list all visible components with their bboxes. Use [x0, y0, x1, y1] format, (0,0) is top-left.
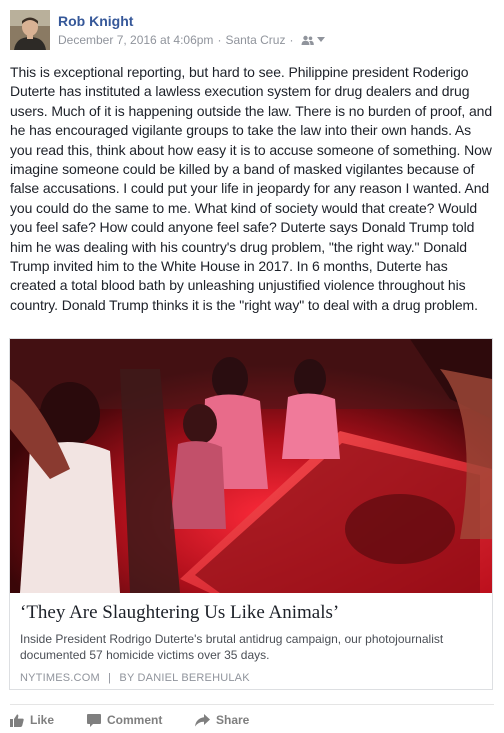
meta-separator-2: ·: [289, 33, 294, 47]
avatar[interactable]: [10, 10, 50, 50]
post-text: This is exceptional reporting, but hard …: [10, 64, 493, 313]
link-domain: NYTIMES.COM: [20, 672, 100, 684]
share-button[interactable]: Share: [195, 713, 249, 727]
like-label: Like: [30, 713, 55, 727]
post-header: Rob Knight December 7, 2016 at 4:06pm · …: [10, 10, 494, 54]
share-icon: [195, 713, 210, 727]
post-location[interactable]: Santa Cruz: [225, 33, 285, 47]
link-preview-image[interactable]: [10, 339, 492, 593]
thumbs-up-icon: [10, 713, 24, 727]
link-source: NYTIMES.COM | BY DANIEL BEREHULAK: [20, 672, 250, 684]
link-byline: BY DANIEL BEREHULAK: [119, 672, 250, 684]
share-label: Share: [216, 713, 250, 727]
comment-label: Comment: [107, 713, 163, 727]
like-button[interactable]: Like: [10, 713, 54, 727]
friends-icon[interactable]: [301, 35, 315, 45]
link-title[interactable]: ‘They Are Slaughtering Us Like Animals’: [20, 602, 482, 624]
meta-separator: ·: [217, 33, 222, 47]
comment-icon: [87, 713, 101, 727]
post-timestamp[interactable]: December 7, 2016 at 4:06pm: [58, 33, 213, 47]
avatar-photo: [10, 10, 50, 50]
link-preview-card[interactable]: ‘They Are Slaughtering Us Like Animals’ …: [9, 338, 493, 690]
source-separator: |: [108, 672, 112, 684]
post-actions-bar: Like Comment Share: [10, 704, 494, 733]
chevron-down-icon[interactable]: [317, 37, 326, 43]
post-meta: December 7, 2016 at 4:06pm · Santa Cruz …: [58, 33, 326, 47]
comment-button[interactable]: Comment: [87, 713, 162, 727]
link-description: Inside President Rodrigo Duterte's bruta…: [20, 632, 444, 662]
author-name[interactable]: Rob Knight: [58, 13, 133, 29]
